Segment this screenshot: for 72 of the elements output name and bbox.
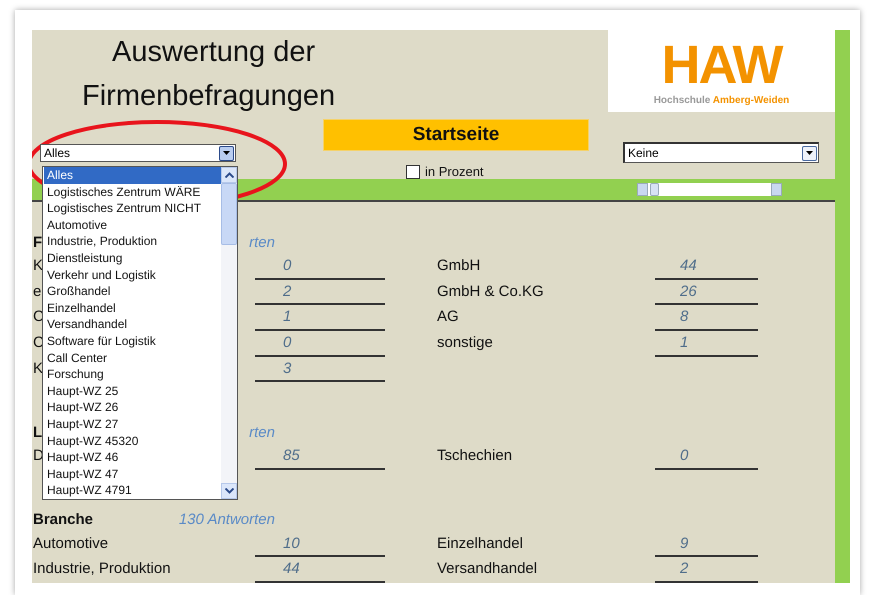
value-cell: 9	[655, 532, 758, 558]
value-cell: 1	[655, 331, 758, 357]
checkbox-label: in Prozent	[425, 164, 484, 179]
dropdown-option[interactable]: Automotive	[44, 216, 221, 234]
row-label: Einzelhandel	[437, 534, 523, 554]
value-cell: 0	[255, 254, 385, 280]
dropdown-option[interactable]: Industrie, Produktion	[44, 233, 221, 250]
row-label: GmbH & Co.KG	[437, 282, 544, 302]
checkbox[interactable]	[406, 164, 420, 178]
value-cell: 44	[255, 557, 385, 583]
section-heading: L	[33, 424, 42, 441]
row-label: AG	[437, 307, 459, 328]
vertical-scrollbar[interactable]	[221, 167, 237, 499]
title-line: Firmenbefragungen	[82, 79, 336, 114]
dropdown-option[interactable]: Forschung	[44, 366, 221, 383]
row-label: e	[33, 282, 42, 302]
title-line: Auswertung der	[112, 35, 316, 70]
dropdown-option[interactable]: Dienstleistung	[44, 250, 221, 267]
dropdown-option[interactable]: Großhandel	[44, 283, 221, 300]
dropdown-option[interactable]: Einzelhandel	[44, 300, 221, 316]
value-cell: 44	[655, 254, 758, 280]
dropdown[interactable]: Keine	[623, 142, 819, 163]
caret-icon[interactable]	[802, 146, 817, 160]
answer-count: 130 Antworten	[178, 511, 275, 528]
logo-caption: Hochschule Amberg-Weiden	[654, 94, 790, 106]
dropdown-option[interactable]: Alles	[44, 167, 221, 184]
dropdown-option[interactable]: Logistisches Zentrum NICHT	[44, 200, 221, 217]
row-label: Industrie, Produktion	[33, 559, 171, 580]
value-cell: 0	[255, 331, 385, 357]
value-cell: 1	[255, 305, 385, 332]
row-label: sonstige	[437, 333, 493, 354]
value-cell: 2	[255, 280, 385, 306]
answer-count: rten	[249, 234, 275, 251]
value-cell: 3	[255, 356, 385, 382]
scroll-up-icon[interactable]	[221, 167, 237, 183]
start-button[interactable]: Startseite	[323, 119, 589, 151]
scroll-thumb[interactable]	[650, 183, 659, 196]
logo-wordmark: HAW	[662, 36, 782, 92]
dropdown-option[interactable]: Logistisches Zentrum WÄRE	[44, 184, 221, 200]
value-cell: 8	[655, 305, 758, 332]
dropdown-option[interactable]: Call Center	[44, 350, 221, 366]
dropdown-option[interactable]: Haupt-WZ 46	[44, 449, 221, 466]
value-cell: 85	[255, 444, 385, 470]
dropdown-option[interactable]: Verkehr und Logistik	[44, 266, 221, 284]
dropdown-option[interactable]: Versandhandel	[44, 316, 221, 333]
dropdown-option[interactable]: Haupt-WZ 4791	[44, 482, 221, 499]
row-label: K	[33, 256, 44, 276]
dropdown-option[interactable]: Haupt-WZ 25	[44, 382, 221, 400]
value-cell: 2	[655, 557, 758, 583]
dropdown[interactable]: Alles	[40, 144, 236, 162]
row-label: GmbH	[437, 256, 480, 276]
row-label: Versandhandel	[437, 559, 538, 580]
dropdown-option[interactable]: Haupt-WZ 45320	[44, 432, 221, 450]
row-label: Tschechien	[437, 446, 512, 466]
scroll-left-icon[interactable]	[637, 183, 648, 196]
dropdown-option[interactable]: Haupt-WZ 27	[44, 416, 221, 432]
value-cell: 26	[655, 280, 758, 306]
dropdown-option[interactable]: Haupt-WZ 26	[44, 399, 221, 416]
scroll-down-icon[interactable]	[221, 483, 237, 499]
row-label: K	[33, 358, 44, 379]
row-label: Automotive	[33, 534, 108, 554]
dropdown-option[interactable]: Haupt-WZ 47	[44, 466, 221, 482]
answer-count: rten	[249, 424, 275, 441]
scroll-thumb[interactable]	[221, 183, 237, 245]
section-heading: F	[33, 234, 42, 251]
section-heading: Branche	[33, 511, 94, 528]
scroll-right-icon[interactable]	[771, 183, 782, 196]
horizontal-scrollbar[interactable]	[637, 183, 782, 196]
value-cell: 0	[655, 444, 758, 470]
value-cell: 10	[255, 532, 385, 558]
caret-icon[interactable]	[219, 146, 234, 160]
dropdown-option[interactable]: Software für Logistik	[44, 332, 221, 350]
